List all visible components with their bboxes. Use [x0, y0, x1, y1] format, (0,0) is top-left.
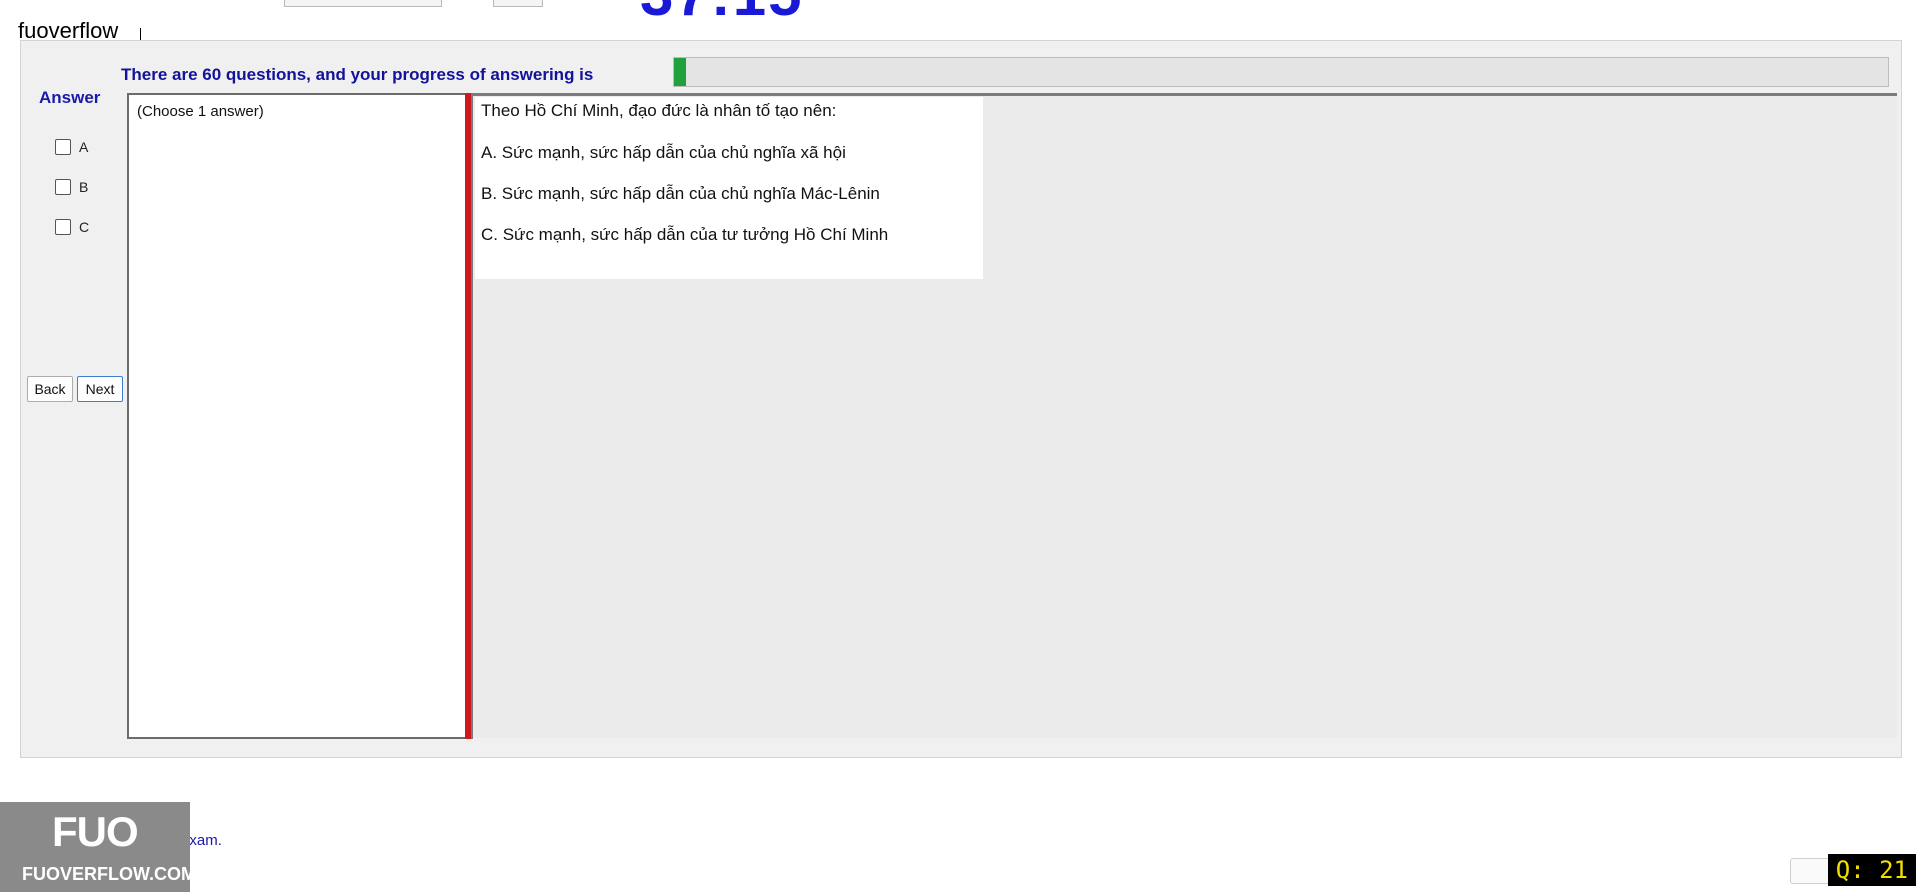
checkbox-b[interactable] — [55, 179, 71, 195]
progress-bar — [673, 57, 1889, 87]
top-dropdown-stub — [284, 0, 442, 7]
choose-answer-box: (Choose 1 answer) — [127, 93, 467, 739]
watermark-logo: FUO FUOVERFLOW.COM — [0, 802, 196, 892]
question-card: Theo Hồ Chí Minh, đạo đức là nhân tố tạo… — [475, 97, 983, 279]
logo-small-text: FUOVERFLOW.COM — [22, 864, 196, 884]
answer-option-b[interactable]: B — [55, 179, 88, 195]
back-button[interactable]: Back — [27, 376, 73, 402]
question-option-b: B. Sức mạnh, sức hấp dẫn của chủ nghĩa M… — [481, 184, 880, 203]
question-text: Theo Hồ Chí Minh, đạo đức là nhân tố tạo… — [481, 101, 837, 120]
exam-panel: There are 60 questions, and your progres… — [20, 40, 1902, 758]
top-button-stub — [493, 0, 543, 7]
timer-display: 37:15 — [640, 0, 803, 29]
progress-fill — [674, 58, 687, 86]
checkbox-a[interactable] — [55, 139, 71, 155]
question-option-a: A. Sức mạnh, sức hấp dẫn của chủ nghĩa x… — [481, 143, 846, 162]
choose-label: (Choose 1 answer) — [137, 103, 264, 120]
question-counter-badge: Q: 21 — [1827, 854, 1916, 886]
answer-option-a[interactable]: A — [55, 139, 88, 155]
answer-title: Answer — [39, 88, 101, 107]
next-button[interactable]: Next — [77, 376, 123, 402]
answer-option-label: C — [79, 219, 90, 235]
progress-label: There are 60 questions, and your progres… — [121, 65, 594, 84]
answer-option-label: B — [79, 179, 89, 195]
checkbox-c[interactable] — [55, 219, 71, 235]
question-option-c: C. Sức mạnh, sức hấp dẫn của tư tưởng Hồ… — [481, 225, 889, 244]
splitter-bar[interactable] — [465, 93, 473, 739]
answer-option-label: A — [79, 139, 89, 155]
answer-option-c[interactable]: C — [55, 219, 89, 235]
logo-big-text: FUO — [52, 808, 139, 855]
